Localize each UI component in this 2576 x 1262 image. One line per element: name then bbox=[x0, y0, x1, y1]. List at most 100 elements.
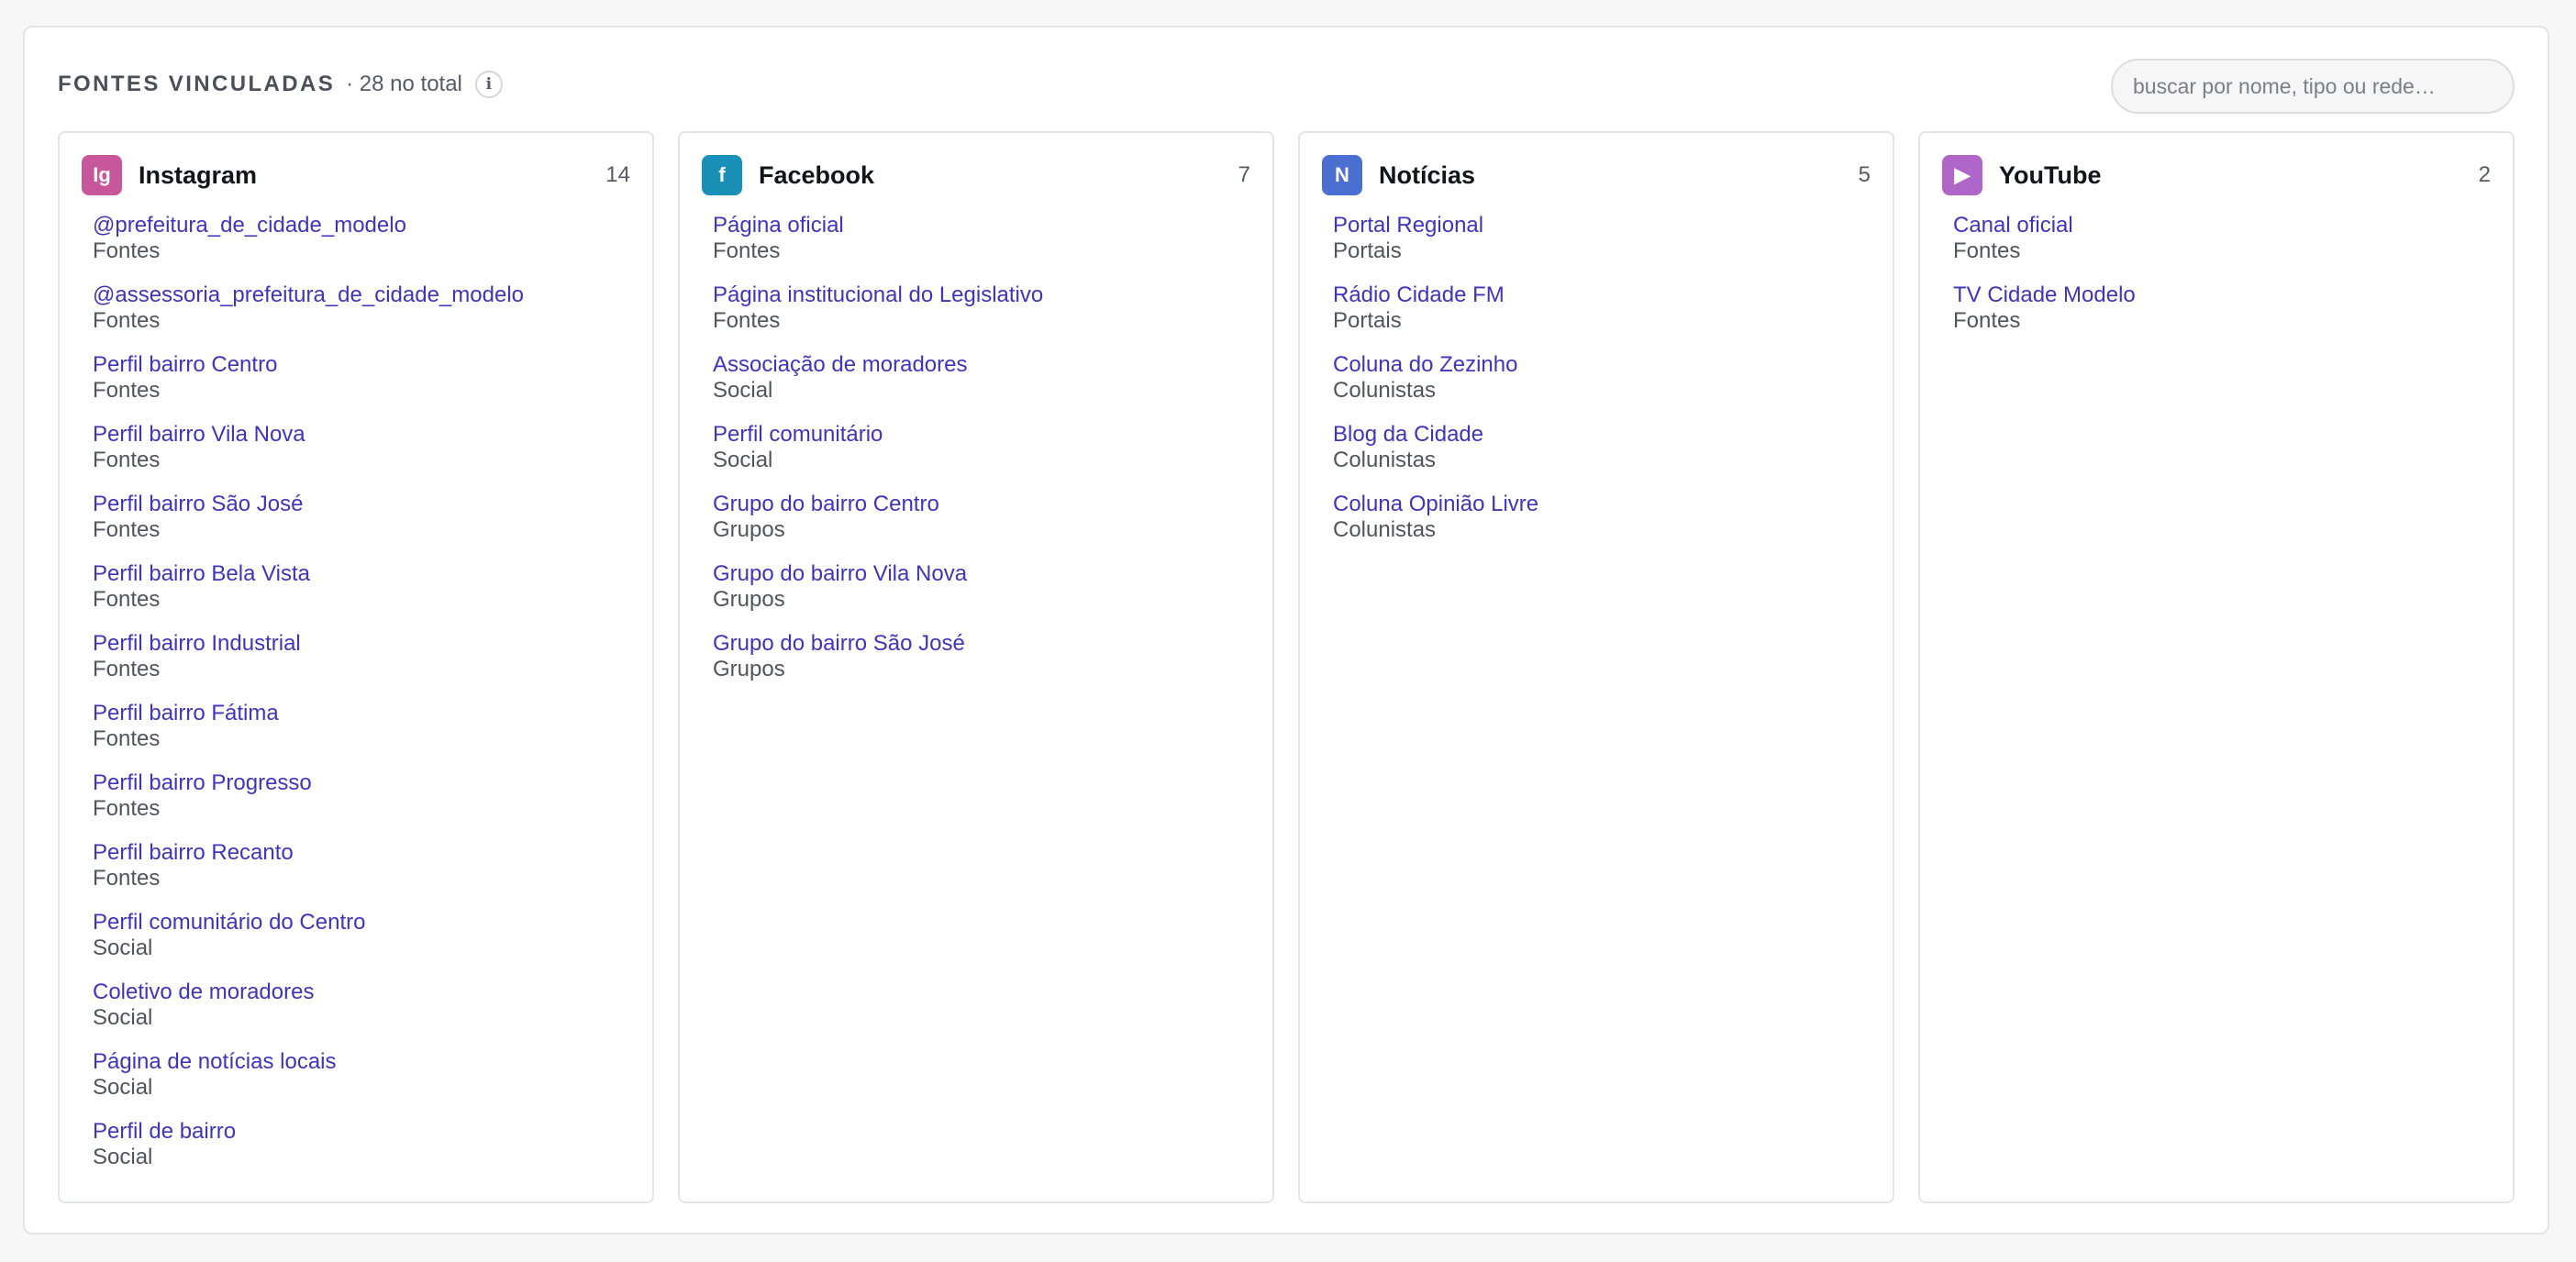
list-item: Rádio Cidade FM Portais bbox=[1333, 282, 1871, 351]
list-item: Perfil comunitário Social bbox=[713, 421, 1250, 491]
source-type: Fontes bbox=[93, 587, 161, 612]
source-link[interactable]: Grupo do bairro São José bbox=[713, 630, 1250, 657]
source-link[interactable]: Página institucional do Legislativo bbox=[713, 282, 1250, 308]
source-list: Canal oficial Fontes TV Cidade Modelo Fonte… bbox=[1942, 212, 2491, 351]
source-link[interactable]: Perfil bairro Progresso bbox=[93, 769, 630, 796]
source-link[interactable]: Associação de moradores bbox=[713, 351, 1250, 378]
source-link[interactable]: Perfil comunitário bbox=[713, 421, 1250, 448]
source-link[interactable]: Rádio Cidade FM bbox=[1333, 282, 1871, 308]
source-type: Fontes bbox=[93, 657, 161, 681]
list-item: Blog da Cidade Colunistas bbox=[1333, 421, 1871, 491]
list-item: Coletivo de moradores Social bbox=[93, 979, 630, 1048]
source-type: Social bbox=[93, 935, 153, 960]
list-item: Grupo do bairro Vila Nova Grupos bbox=[713, 560, 1250, 630]
column-header: N Notícias 5 bbox=[1322, 133, 1871, 212]
source-link[interactable]: @assessoria_prefeitura_de_cidade_modelo bbox=[93, 282, 630, 308]
source-type: Social bbox=[713, 448, 773, 472]
youtube-play-icon: ▶ bbox=[1942, 155, 1982, 195]
source-type: Portais bbox=[1333, 308, 1402, 333]
source-type: Grupos bbox=[713, 657, 785, 681]
source-type: Portais bbox=[1333, 238, 1402, 263]
source-type: Colunistas bbox=[1333, 517, 1437, 542]
column-header: f Facebook 7 bbox=[702, 133, 1250, 212]
linked-sources-panel: FONTES VINCULADAS · 28 no total i Ig Ins… bbox=[23, 26, 2549, 1234]
column-instagram: Ig Instagram 14 @prefeitura_de_cidade_mo… bbox=[58, 131, 654, 1203]
list-item: Perfil bairro Centro Fontes bbox=[93, 351, 630, 421]
info-icon[interactable]: i bbox=[474, 71, 503, 98]
source-link[interactable]: Perfil bairro Recanto bbox=[93, 839, 630, 866]
list-item: Perfil bairro Bela Vista Fontes bbox=[93, 560, 630, 630]
column-title: Facebook bbox=[759, 161, 875, 189]
column-count: 14 bbox=[605, 162, 630, 187]
search-input[interactable] bbox=[2111, 59, 2515, 114]
panel-header: FONTES VINCULADAS · 28 no total i bbox=[58, 59, 2515, 114]
source-link[interactable]: Blog da Cidade bbox=[1333, 421, 1871, 448]
total-count: · 28 no total bbox=[346, 72, 462, 96]
column-youtube: ▶ YouTube 2 Canal oficial Fontes TV Cidade… bbox=[1918, 131, 2515, 1203]
source-link[interactable]: Coletivo de moradores bbox=[93, 979, 630, 1005]
source-type: Grupos bbox=[713, 587, 785, 612]
source-link[interactable]: Canal oficial bbox=[1953, 212, 2491, 238]
list-item: Página oficial Fontes bbox=[713, 212, 1250, 282]
list-item: Perfil bairro Industrial Fontes bbox=[93, 630, 630, 700]
column-title: Notícias bbox=[1379, 161, 1476, 189]
source-link[interactable]: Perfil bairro Centro bbox=[93, 351, 630, 378]
list-item: Perfil bairro Recanto Fontes bbox=[93, 839, 630, 909]
network-columns: Ig Instagram 14 @prefeitura_de_cidade_mo… bbox=[58, 131, 2515, 1203]
source-link[interactable]: Perfil bairro Vila Nova bbox=[93, 421, 630, 448]
source-link[interactable]: @prefeitura_de_cidade_modelo bbox=[93, 212, 630, 238]
source-link[interactable]: Portal Regional bbox=[1333, 212, 1871, 238]
source-link[interactable]: Coluna do Zezinho bbox=[1333, 351, 1871, 378]
column-noticias: N Notícias 5 Portal Regional Portais Rádio… bbox=[1298, 131, 1894, 1203]
source-link[interactable]: Perfil bairro Bela Vista bbox=[93, 560, 630, 587]
source-link[interactable]: Perfil bairro Fátima bbox=[93, 700, 630, 726]
source-link[interactable]: Perfil de bairro bbox=[93, 1118, 630, 1145]
list-item: Canal oficial Fontes bbox=[1953, 212, 2491, 282]
column-facebook: f Facebook 7 Página oficial Fontes Página … bbox=[678, 131, 1274, 1203]
instagram-icon: Ig bbox=[82, 155, 122, 195]
source-link[interactable]: Página de notícias locais bbox=[93, 1048, 630, 1075]
source-type: Fontes bbox=[1953, 238, 2021, 263]
source-type: Fontes bbox=[1953, 308, 2021, 333]
list-item: Perfil bairro Progresso Fontes bbox=[93, 769, 630, 839]
source-link[interactable]: Grupo do bairro Vila Nova bbox=[713, 560, 1250, 587]
source-type: Social bbox=[713, 378, 773, 403]
column-title: YouTube bbox=[1999, 161, 2102, 189]
source-link[interactable]: Grupo do bairro Centro bbox=[713, 491, 1250, 517]
source-type: Social bbox=[93, 1005, 153, 1030]
source-type: Grupos bbox=[713, 517, 785, 542]
source-link[interactable]: Página oficial bbox=[713, 212, 1250, 238]
source-type: Fontes bbox=[93, 308, 161, 333]
column-count: 2 bbox=[2478, 162, 2491, 187]
source-type: Fontes bbox=[93, 448, 161, 472]
source-link[interactable]: Coluna Opinião Livre bbox=[1333, 491, 1871, 517]
list-item: Página de notícias locais Social bbox=[93, 1048, 630, 1118]
source-type: Fontes bbox=[713, 238, 781, 263]
column-count: 5 bbox=[1858, 162, 1871, 187]
list-item: Coluna do Zezinho Colunistas bbox=[1333, 351, 1871, 421]
source-link[interactable]: Perfil comunitário do Centro bbox=[93, 909, 630, 935]
list-item: Portal Regional Portais bbox=[1333, 212, 1871, 282]
list-item: @prefeitura_de_cidade_modelo Fontes bbox=[93, 212, 630, 282]
source-link[interactable]: Perfil bairro Industrial bbox=[93, 630, 630, 657]
list-item: @assessoria_prefeitura_de_cidade_modelo F… bbox=[93, 282, 630, 351]
list-item: Coluna Opinião Livre Colunistas bbox=[1333, 491, 1871, 560]
news-icon: N bbox=[1322, 155, 1362, 195]
source-list: @prefeitura_de_cidade_modelo Fontes @asses… bbox=[82, 212, 630, 1188]
source-type: Fontes bbox=[93, 866, 161, 891]
facebook-icon: f bbox=[702, 155, 742, 195]
source-type: Fontes bbox=[93, 726, 161, 751]
source-type: Fontes bbox=[93, 796, 161, 821]
list-item: Página institucional do Legislativo Fonte… bbox=[713, 282, 1250, 351]
source-type: Social bbox=[93, 1075, 153, 1100]
source-type: Fontes bbox=[93, 517, 161, 542]
source-link[interactable]: TV Cidade Modelo bbox=[1953, 282, 2491, 308]
list-item: Perfil bairro Fátima Fontes bbox=[93, 700, 630, 769]
list-item: Grupo do bairro Centro Grupos bbox=[713, 491, 1250, 560]
list-item: TV Cidade Modelo Fontes bbox=[1953, 282, 2491, 351]
list-item: Perfil de bairro Social bbox=[93, 1118, 630, 1188]
source-link[interactable]: Perfil bairro São José bbox=[93, 491, 630, 517]
column-header: ▶ YouTube 2 bbox=[1942, 133, 2491, 212]
column-header: Ig Instagram 14 bbox=[82, 133, 630, 212]
source-type: Fontes bbox=[93, 378, 161, 403]
